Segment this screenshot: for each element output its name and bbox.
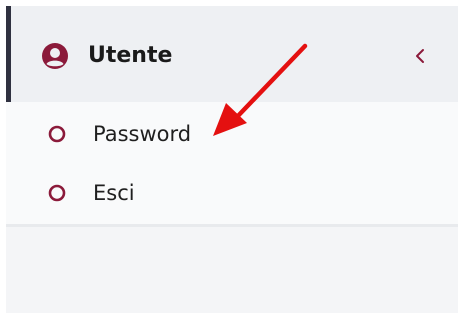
menu-item-label: Password <box>93 122 192 146</box>
menu-item-label: Esci <box>93 181 135 205</box>
menu-group-title: Utente <box>88 43 173 68</box>
chevron-left-icon[interactable] <box>412 46 428 66</box>
menu-item-esci[interactable]: Esci <box>6 165 458 221</box>
divider <box>6 224 458 227</box>
screenshot-frame: Utente Password Esci <box>0 0 466 315</box>
sidebar-menu: Utente Password Esci <box>6 6 458 313</box>
circle-outline-icon <box>48 125 66 143</box>
submenu-utente: Password Esci <box>6 102 458 224</box>
menu-item-password[interactable]: Password <box>6 106 458 162</box>
active-indicator-bar <box>6 6 11 102</box>
menu-group-utente[interactable]: Utente <box>6 6 458 102</box>
circle-outline-icon <box>48 184 66 202</box>
user-circle-icon <box>42 43 68 69</box>
